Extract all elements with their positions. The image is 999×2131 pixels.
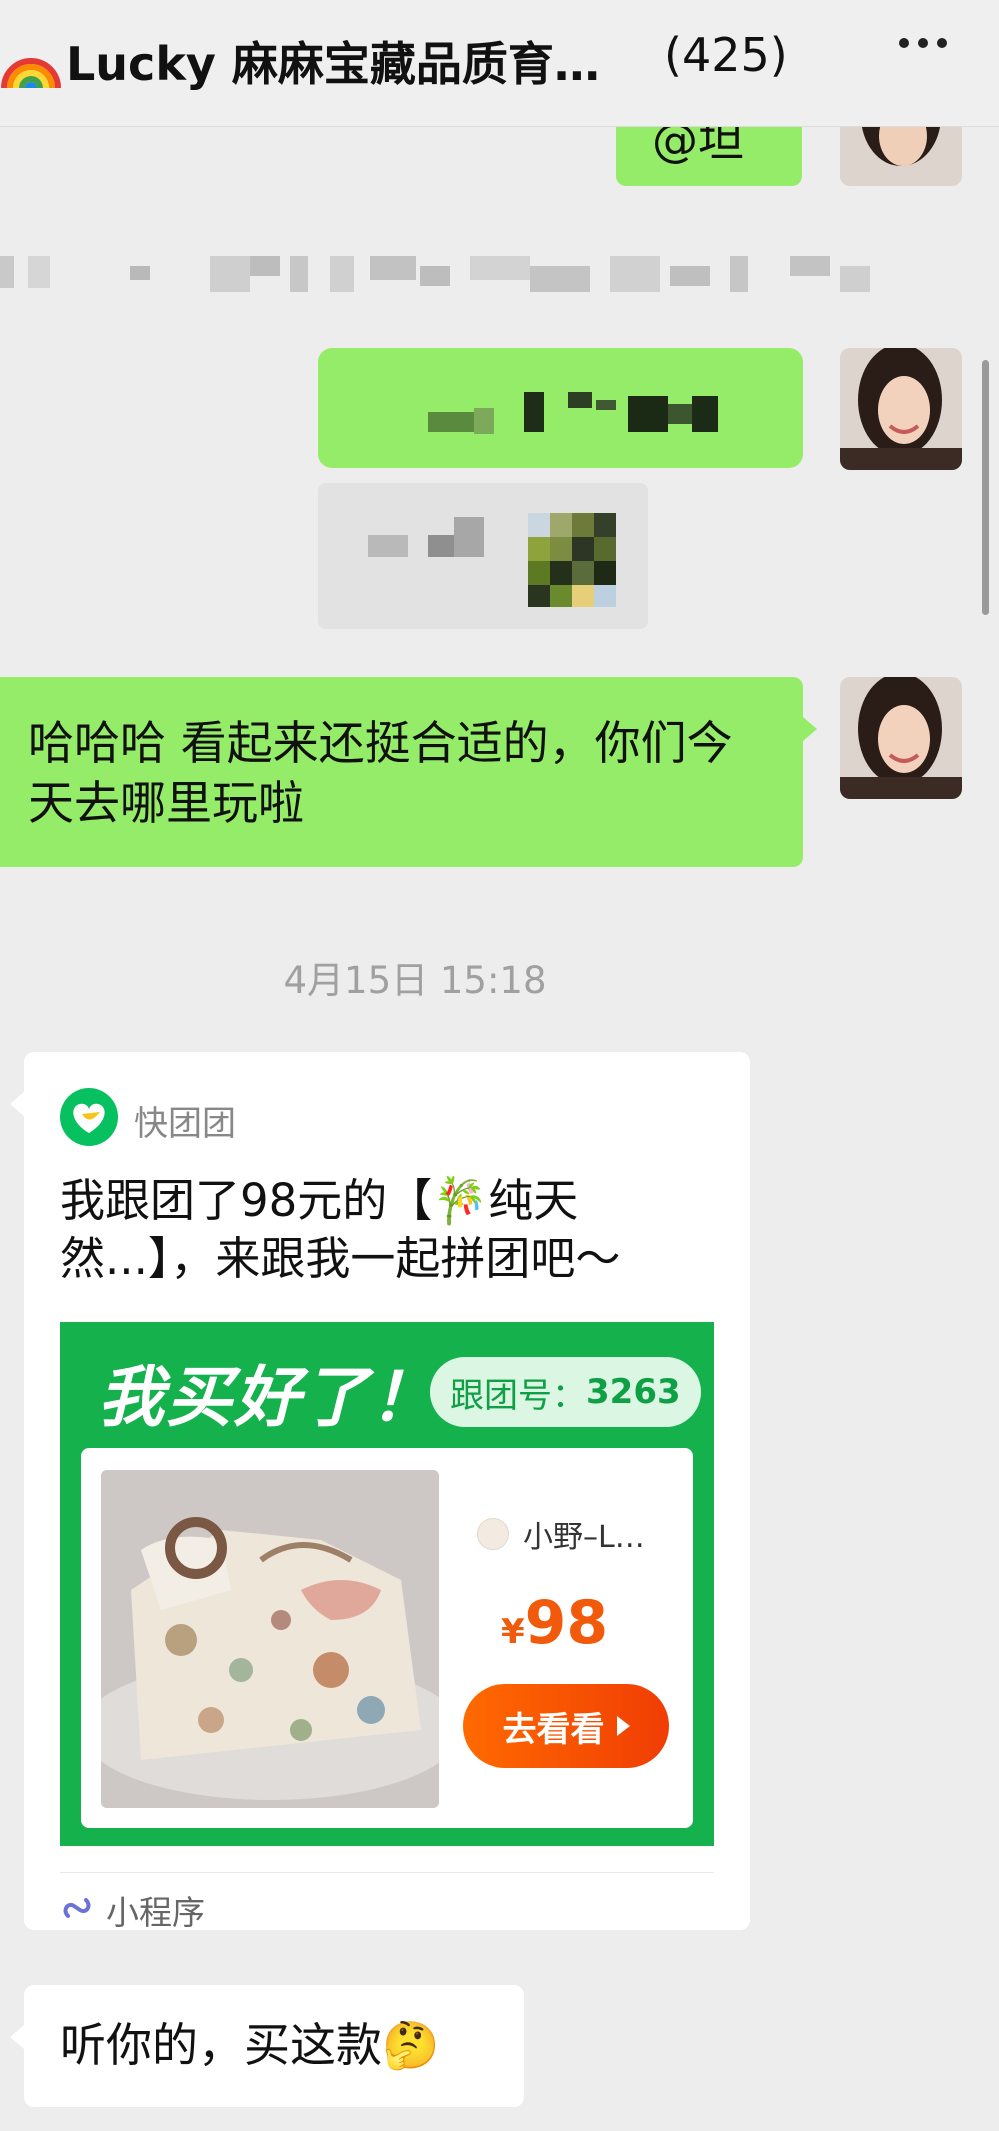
group-number-badge: 跟团号： 3263 [430,1357,701,1427]
timestamp: 4月15日 15:18 [283,959,547,1002]
product-image[interactable] [101,1470,439,1808]
store-logo-icon [477,1518,509,1550]
store-row: 小野–L… [477,1512,645,1556]
card-divider [60,1872,714,1873]
view-button[interactable]: 去看看 [463,1684,669,1768]
mini-program-label: 小程序 [106,1893,205,1932]
member-count: (425) [664,28,788,82]
avatar[interactable] [840,348,962,470]
group-number: 3263 [586,1372,681,1412]
card-title: 我跟团了98元的【🎋纯天然...】，来跟我一起拼团吧～ [60,1174,621,1285]
play-arrow-icon [616,1716,630,1736]
store-name: 小野–L… [523,1520,645,1555]
mini-program-icon [63,1898,91,1918]
view-button-label: 去看看 [502,1709,605,1750]
promo-headline: 我买好了！ [98,1359,438,1436]
reply-message-text: 听你的，买这款 [60,2018,382,2072]
avatar[interactable] [840,677,962,799]
blurred-text [428,392,718,434]
more-dots-icon[interactable] [899,38,947,48]
kuaituantuan-logo-icon [60,1088,118,1146]
blurred-message-bubble[interactable] [318,348,803,468]
promo-banner[interactable]: 我买好了！ 跟团号： 3263 小野–L… ¥98 去看看 [60,1322,714,1846]
chat-header: Lucky 麻麻宝藏品质育… (425) [0,0,999,127]
blurred-system-message [0,250,880,294]
sent-message-bubble[interactable]: 哈哈哈 看起来还挺合适的，你们今天去哪里玩啦 [0,677,817,867]
sent-message-text: 哈哈哈 看起来还挺合适的，你们今天去哪里玩啦 [28,716,733,830]
avatar[interactable] [840,126,962,186]
group-label: 跟团号： [450,1375,586,1416]
reply-message-bubble[interactable]: 听你的，买这款🤔 [10,1985,524,2107]
scrollbar[interactable] [982,360,989,615]
blurred-quote-block [318,483,648,629]
reply-message-row: 听你的，买这款🤔 [60,2015,439,2075]
mini-program-card[interactable]: 快团团 我跟团了98元的【🎋纯天然...】，来跟我一起拼团吧～ 我买好了！ 跟团… [10,1052,750,1932]
rainbow-icon [1,58,61,89]
thinking-face-emoji: 🤔 [382,2018,440,2072]
price-value: 98 [524,1588,609,1658]
product-panel: 小野–L… ¥98 去看看 [81,1448,693,1828]
chat-title[interactable]: Lucky 麻麻宝藏品质育… [66,28,600,94]
card-app-name: 快团团 [134,1104,236,1144]
price-symbol: ¥ [501,1612,525,1652]
price: ¥98 [501,1588,608,1658]
